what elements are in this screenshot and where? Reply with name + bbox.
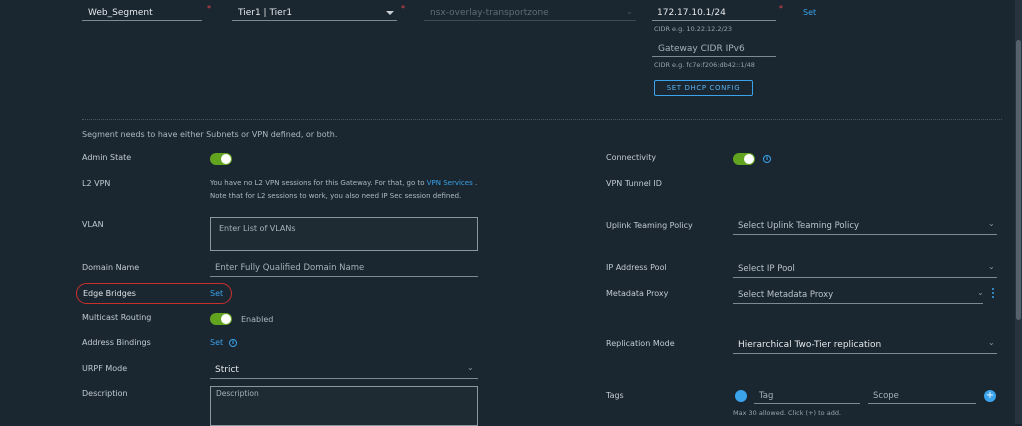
vlan-placeholder: Enter List of VLANs <box>219 224 296 233</box>
l2vpn-message: You have no L2 VPN sessions for this Gat… <box>210 177 485 203</box>
segment-name-required-mark: * <box>207 4 211 13</box>
multicast-routing-label: Multicast Routing <box>82 313 152 322</box>
gateway-select[interactable]: Tier1 | Tier1 <box>238 8 292 18</box>
replication-mode-chevron-down-icon[interactable]: ⌄ <box>988 338 995 347</box>
gateway-cidr-ipv4-hint: CIDR e.g. 10.22.12.2/23 <box>654 25 732 33</box>
vpn-services-link[interactable]: VPN Services <box>427 179 473 187</box>
tag-icon <box>735 390 747 402</box>
uplink-teaming-chevron-down-icon[interactable]: ⌄ <box>988 219 995 228</box>
gateway-cidr-ipv6-input[interactable]: Gateway CIDR IPv6 <box>658 44 745 54</box>
scope-input-underline <box>868 403 976 404</box>
multicast-routing-state: Enabled <box>241 315 274 324</box>
domain-name-input[interactable]: Enter Fully Qualified Domain Name <box>215 263 364 273</box>
urpf-mode-chevron-down-icon[interactable]: ⌄ <box>467 363 474 372</box>
urpf-mode-select[interactable]: Strict <box>215 365 239 375</box>
address-bindings-set-link[interactable]: Set <box>210 338 223 347</box>
gateway-underline <box>232 20 397 21</box>
scope-input[interactable]: Scope <box>873 391 899 401</box>
edge-bridges-label: Edge Bridges <box>83 289 136 298</box>
vlan-input[interactable]: Enter List of VLANs <box>210 217 478 251</box>
scrollbar-thumb[interactable] <box>1016 40 1021 320</box>
tags-hint: Max 30 allowed. Click (+) to add. <box>733 409 842 417</box>
tags-label: Tags <box>606 391 624 400</box>
description-label: Description <box>82 389 128 398</box>
metadata-proxy-label: Metadata Proxy <box>606 289 669 298</box>
domain-name-underline <box>210 276 478 277</box>
urpf-mode-label: URPF Mode <box>82 364 128 373</box>
gateway-required-mark: * <box>401 4 405 13</box>
description-placeholder: Description <box>216 389 259 398</box>
transport-zone-chevron-down-icon: ⌄ <box>626 7 633 16</box>
segment-name-underline <box>82 20 202 21</box>
edge-bridges-set-link[interactable]: Set <box>210 289 223 298</box>
set-dhcp-config-button[interactable]: SET DHCP CONFIG <box>654 80 753 96</box>
vpn-tunnel-id-label: VPN Tunnel ID <box>606 179 662 188</box>
tag-input-underline <box>754 403 860 404</box>
urpf-mode-underline <box>210 378 478 379</box>
replication-mode-underline <box>733 353 997 354</box>
metadata-proxy-chevron-down-icon[interactable]: ⌄ <box>977 288 984 297</box>
l2vpn-message-text-1: You have no L2 VPN sessions for this Gat… <box>210 179 425 187</box>
gateway-cidr-ipv6-hint: CIDR e.g. fc7e:f206:db42::1/48 <box>654 61 755 69</box>
l2vpn-label: L2 VPN <box>82 179 111 188</box>
ip-address-pool-label: IP Address Pool <box>606 263 667 272</box>
tag-input[interactable]: Tag <box>759 391 773 401</box>
gateway-cidr-required-mark: * <box>779 4 783 13</box>
replication-mode-label: Replication Mode <box>606 339 675 348</box>
metadata-proxy-more-icon[interactable] <box>992 288 994 300</box>
admin-state-label: Admin State <box>82 153 132 162</box>
connectivity-info-icon[interactable]: i <box>763 155 771 163</box>
add-tag-plus-icon[interactable]: + <box>984 390 996 402</box>
uplink-teaming-underline <box>733 234 997 235</box>
gateway-dropdown-caret-icon[interactable] <box>386 11 394 15</box>
description-input[interactable]: Description <box>210 386 478 426</box>
gateway-cidr-ipv4-underline <box>652 20 776 21</box>
uplink-teaming-policy-label: Uplink Teaming Policy <box>606 221 693 230</box>
replication-mode-select[interactable]: Hierarchical Two-Tier replication <box>738 340 881 350</box>
gateway-cidr-ipv6-underline <box>652 56 776 57</box>
section-divider <box>82 119 1002 120</box>
metadata-proxy-underline <box>733 303 983 304</box>
multicast-routing-toggle[interactable] <box>210 313 232 325</box>
gateway-cidr-set-link[interactable]: Set <box>803 8 816 17</box>
address-bindings-info-icon[interactable]: i <box>229 339 237 347</box>
segment-requirement-notice: Segment needs to have either Subnets or … <box>82 130 338 139</box>
ip-pool-underline <box>733 277 997 278</box>
transport-zone-select[interactable]: nsx-overlay-transportzone <box>430 8 549 18</box>
gateway-cidr-ipv4-input[interactable]: 172.17.10.1/24 <box>657 8 726 18</box>
ip-pool-chevron-down-icon[interactable]: ⌄ <box>988 262 995 271</box>
uplink-teaming-policy-select[interactable]: Select Uplink Teaming Policy <box>738 221 859 231</box>
vlan-label: VLAN <box>82 220 104 229</box>
address-bindings-label: Address Bindings <box>82 338 151 347</box>
segment-name-input[interactable]: Web_Segment <box>88 8 153 18</box>
transport-zone-underline <box>424 20 636 21</box>
metadata-proxy-select[interactable]: Select Metadata Proxy <box>738 290 833 300</box>
domain-name-label: Domain Name <box>82 263 140 272</box>
connectivity-label: Connectivity <box>606 153 657 162</box>
connectivity-toggle[interactable] <box>733 153 755 165</box>
admin-state-toggle[interactable] <box>210 153 232 165</box>
ip-pool-select[interactable]: Select IP Pool <box>738 264 795 274</box>
